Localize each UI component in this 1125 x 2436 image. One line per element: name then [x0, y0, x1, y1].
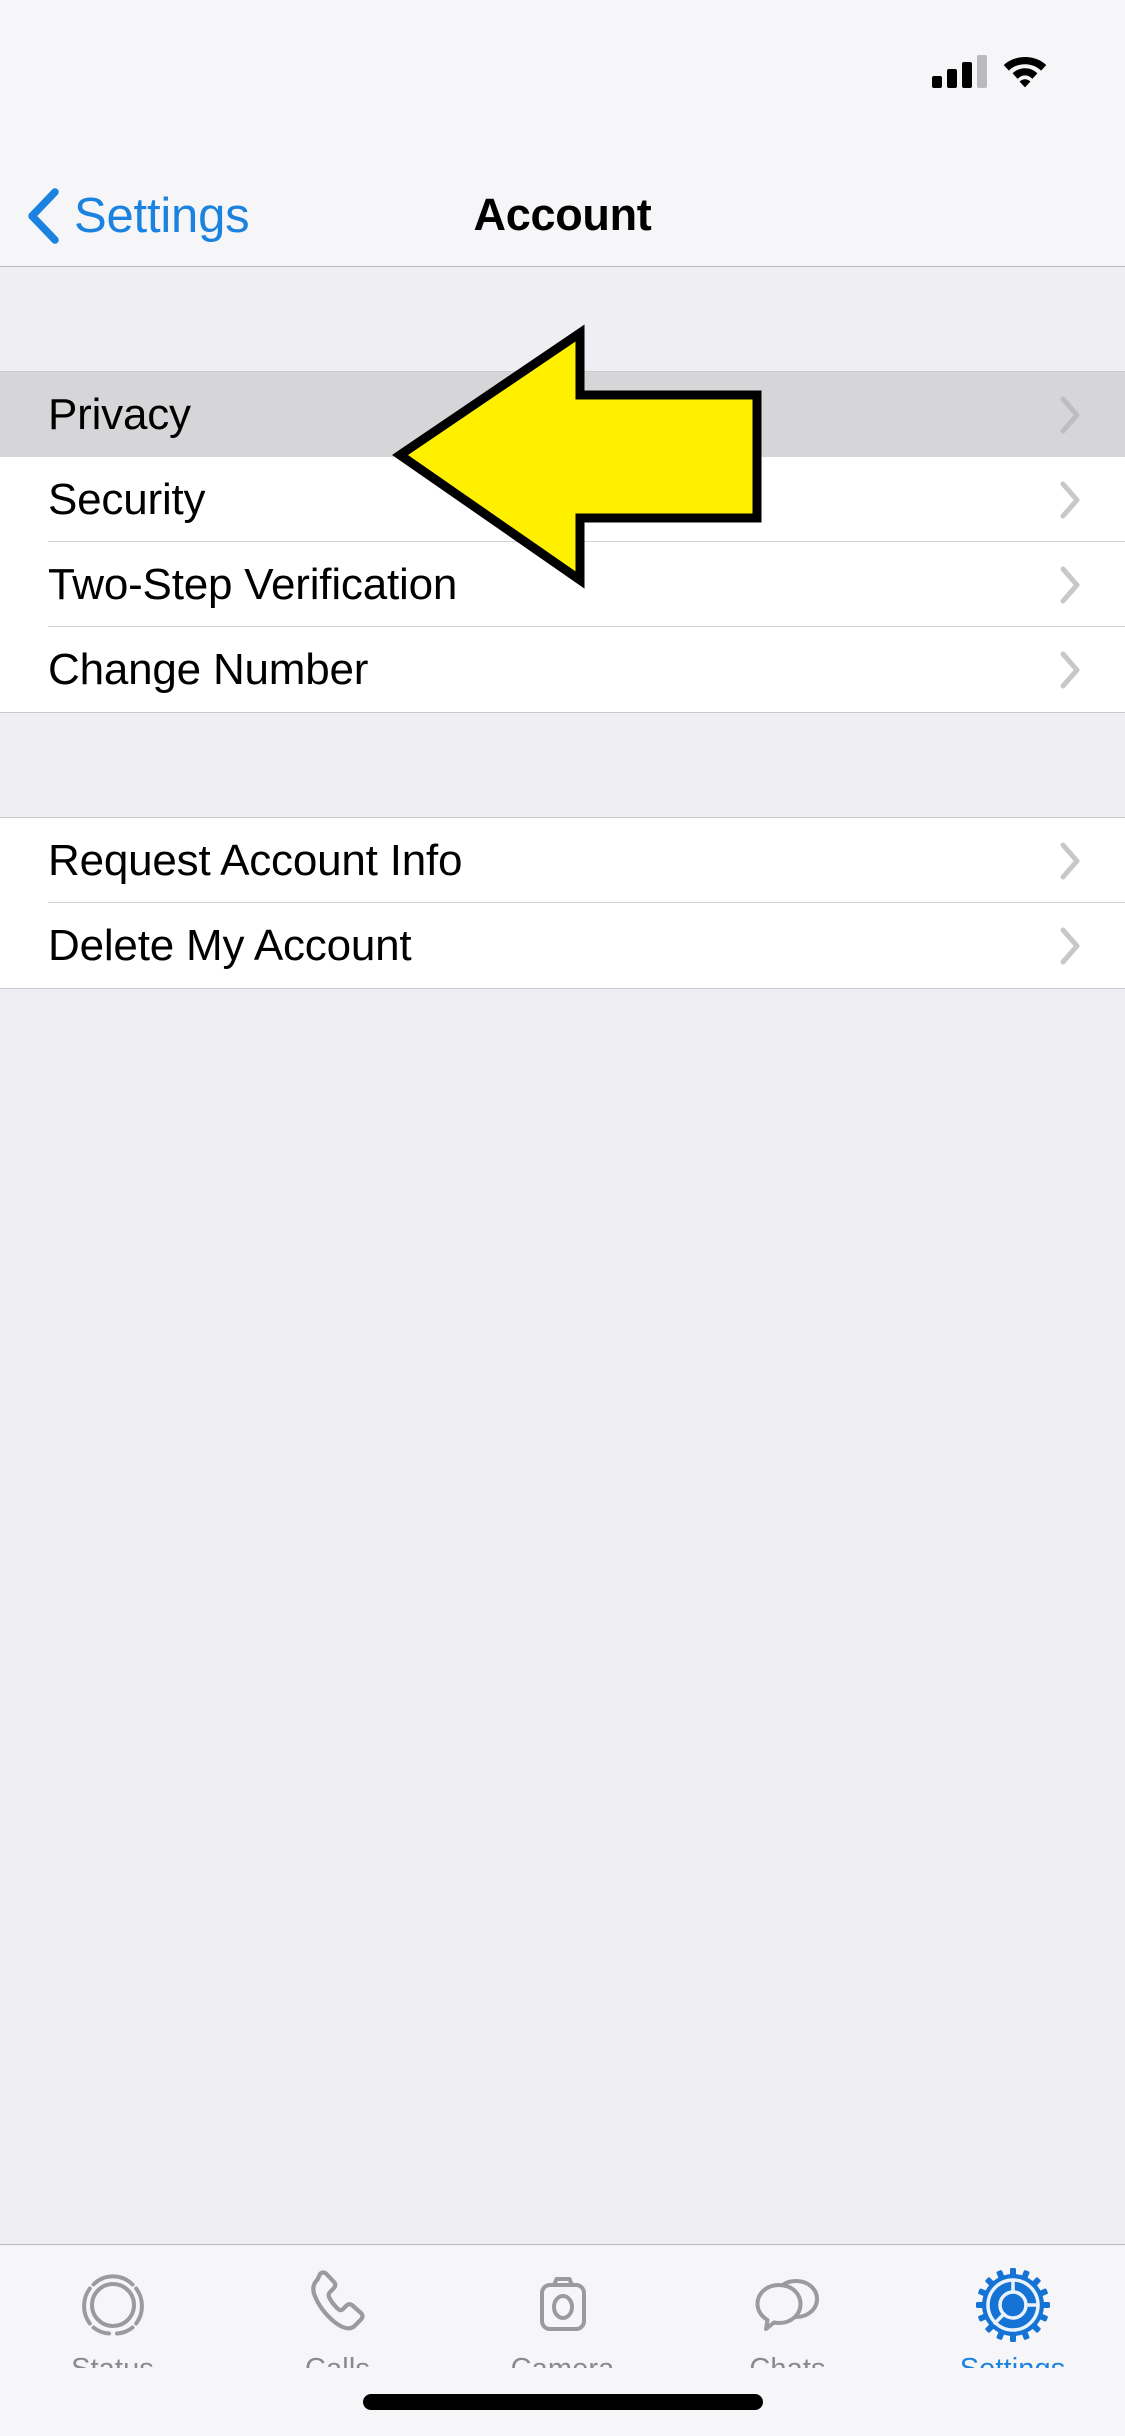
section-gap-middle	[0, 713, 1125, 817]
list-item-privacy[interactable]: Privacy	[0, 372, 1125, 457]
chevron-right-icon	[1060, 481, 1080, 518]
list-item-label: Two-Step Verification	[48, 559, 458, 609]
status-bar-indicators	[932, 44, 1047, 88]
status-ring-icon	[81, 2274, 144, 2336]
list-item-request-account-info[interactable]: Request Account Info	[0, 818, 1125, 903]
list-item-label: Security	[48, 474, 206, 524]
chat-bubbles-icon	[755, 2279, 819, 2331]
list-item-security[interactable]: Security	[0, 457, 1125, 542]
camera-icon	[539, 2277, 586, 2331]
list-item-label: Delete My Account	[48, 920, 412, 970]
settings-list: Privacy Security Two-Step Verification C…	[0, 267, 1125, 2244]
gear-icon	[975, 2268, 1050, 2342]
chevron-right-icon	[1060, 927, 1080, 964]
list-item-delete-my-account[interactable]: Delete My Account	[0, 903, 1125, 988]
chevron-right-icon	[1060, 842, 1080, 879]
status-bar	[0, 0, 1125, 168]
section-gap-top	[0, 267, 1125, 371]
chevron-right-icon	[1060, 566, 1080, 603]
list-item-change-number[interactable]: Change Number	[0, 627, 1125, 712]
app-screen: Settings Account Privacy Security Two-St…	[0, 0, 1125, 2436]
list-item-label: Change Number	[48, 644, 369, 694]
page-title: Account	[473, 189, 652, 240]
chevron-right-icon	[1060, 396, 1080, 433]
wifi-icon	[1003, 57, 1047, 88]
cellular-signal-icon	[932, 54, 987, 88]
home-indicator[interactable]	[362, 2394, 763, 2410]
section-account-security: Privacy Security Two-Step Verification C…	[0, 371, 1125, 713]
navigation-bar: Settings Account	[0, 168, 1125, 267]
list-item-label: Request Account Info	[48, 835, 463, 885]
home-indicator-area	[0, 2368, 1125, 2436]
phone-icon	[310, 2270, 365, 2331]
list-item-label: Privacy	[48, 389, 191, 439]
chevron-right-icon	[1060, 651, 1080, 688]
section-account-data: Request Account Info Delete My Account	[0, 817, 1125, 989]
list-item-two-step-verification[interactable]: Two-Step Verification	[0, 542, 1125, 627]
